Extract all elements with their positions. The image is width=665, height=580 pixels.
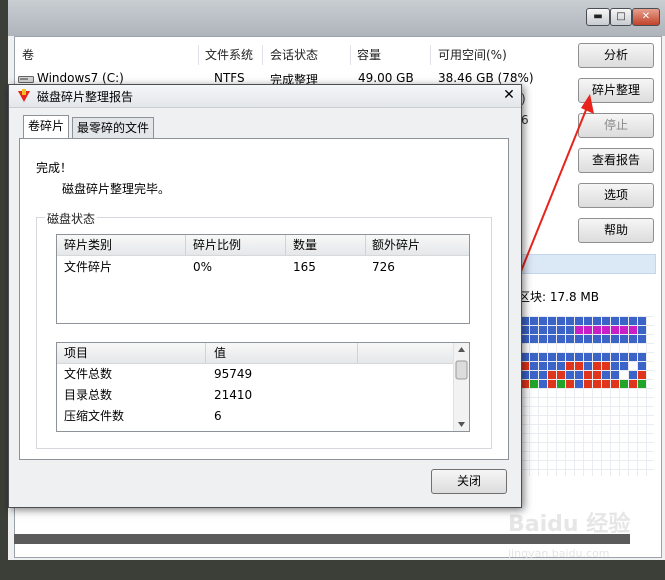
vertical-scrollbar[interactable] — [453, 343, 469, 431]
column-separator — [350, 45, 351, 65]
cluster-cell — [611, 317, 619, 325]
defrag-report-dialog: 磁盘碎片整理报告 ✕ 卷碎片 最零碎的文件 完成！ 磁盘碎片整理完毕。 磁盘状态… — [8, 84, 522, 508]
cluster-cell — [620, 362, 628, 370]
column-separator — [198, 45, 199, 65]
cluster-cell — [629, 335, 637, 343]
cluster-cell — [638, 353, 646, 361]
cluster-cell — [638, 326, 646, 334]
cluster-cell — [638, 317, 646, 325]
done-message: 磁盘碎片整理完毕。 — [62, 182, 171, 196]
watermark: Baidu 经验 jingyan.baidu.com — [508, 506, 658, 566]
tab-panel: 完成！ 磁盘碎片整理完毕。 磁盘状态 碎片类别 碎片比例 数量 额外碎片 文件碎… — [19, 138, 509, 460]
cell-fragment-ratio: 0% — [193, 260, 213, 274]
header-separator — [205, 343, 206, 363]
cluster-cell — [620, 326, 628, 334]
header-value[interactable]: 值 — [214, 343, 226, 363]
watermark-logo: Baidu 经验 — [508, 512, 631, 537]
cluster-cell — [629, 371, 637, 379]
tab-volume-fragments[interactable]: 卷碎片 — [23, 115, 70, 139]
column-header-capacity[interactable]: 容量 — [357, 45, 381, 65]
stat-label: 文件总数 — [64, 367, 113, 381]
cluster-cell — [629, 317, 637, 325]
window-titlebar: ▬ □ ✕ — [8, 0, 665, 36]
fragment-table[interactable]: 碎片类别 碎片比例 数量 额外碎片 文件碎片 0% 165 726 — [56, 234, 470, 324]
stat-value: 6 — [214, 409, 222, 423]
cluster-cell — [638, 380, 646, 388]
cell-extra-fragments: 726 — [372, 260, 395, 274]
dialog-close-icon[interactable]: ✕ — [501, 87, 517, 103]
stat-value: 21410 — [214, 388, 253, 402]
cluster-cell — [611, 362, 619, 370]
watermark-url: jingyan.baidu.com — [508, 547, 610, 560]
cluster-cell — [602, 353, 610, 361]
cluster-cell — [629, 353, 637, 361]
dialog-titlebar[interactable]: 磁盘碎片整理报告 ✕ — [9, 85, 521, 108]
cluster-cell — [611, 380, 619, 388]
cluster-cell — [602, 380, 610, 388]
cluster-cell — [611, 326, 619, 334]
tab-most-fragmented-files[interactable]: 最零碎的文件 — [72, 117, 155, 138]
defrag-app-icon — [16, 88, 32, 104]
cluster-cell — [602, 335, 610, 343]
cluster-cell — [620, 317, 628, 325]
cluster-cell — [629, 326, 637, 334]
volume-free-space: 38.46 GB (78%) — [438, 71, 534, 85]
disk-status-group: 磁盘状态 碎片类别 碎片比例 数量 额外碎片 文件碎片 0% 165 726 项… — [36, 210, 492, 449]
cluster-cell — [602, 317, 610, 325]
cluster-cell — [638, 362, 646, 370]
header-separator — [357, 343, 358, 363]
close-window-button[interactable]: ✕ — [632, 8, 660, 26]
cluster-cell — [629, 380, 637, 388]
header-item[interactable]: 项目 — [64, 343, 88, 363]
column-separator — [262, 45, 263, 65]
volume-name: Windows7 (C:) — [37, 71, 124, 85]
header-fragment-ratio[interactable]: 碎片比例 — [193, 235, 241, 255]
dialog-title: 磁盘碎片整理报告 — [37, 90, 134, 104]
column-header-filesystem[interactable]: 文件系统 — [205, 45, 253, 65]
cell-fragment-type: 文件碎片 — [64, 260, 113, 274]
cluster-cell — [611, 335, 619, 343]
stats-table[interactable]: 项目 值 文件总数 95749 目录总数 21410 压缩文件数 6 — [56, 342, 470, 432]
minimize-button[interactable]: ▬ — [586, 8, 610, 26]
close-button[interactable]: 关闭 — [431, 469, 507, 494]
stat-label: 压缩文件数 — [64, 409, 125, 423]
cluster-cell — [611, 371, 619, 379]
cluster-cell — [602, 326, 610, 334]
cluster-cell — [611, 353, 619, 361]
header-separator — [285, 235, 286, 255]
stat-label: 目录总数 — [64, 388, 113, 402]
cell-count: 165 — [293, 260, 316, 274]
group-label: 磁盘状态 — [45, 210, 98, 227]
volume-filesystem: NTFS — [214, 71, 245, 85]
column-header-volume[interactable]: 卷 — [22, 45, 34, 65]
column-header-session-status[interactable]: 会话状态 — [270, 45, 318, 65]
table-header — [57, 343, 453, 364]
cluster-cell — [638, 335, 646, 343]
cluster-cell — [602, 371, 610, 379]
analyze-button[interactable]: 分析 — [578, 43, 654, 68]
cluster-cell — [620, 380, 628, 388]
cluster-cell — [602, 362, 610, 370]
maximize-button[interactable]: □ — [610, 8, 632, 26]
volume-capacity: 49.00 GB — [358, 71, 414, 85]
header-separator — [185, 235, 186, 255]
done-label: 完成！ — [36, 161, 73, 175]
header-extra-fragments[interactable]: 额外碎片 — [372, 235, 420, 255]
drive-icon — [18, 73, 34, 83]
stat-value: 95749 — [214, 367, 253, 381]
cluster-cell — [620, 353, 628, 361]
header-count[interactable]: 数量 — [293, 235, 317, 255]
cluster-cell — [638, 371, 646, 379]
header-separator — [365, 235, 366, 255]
cluster-cell — [629, 362, 637, 370]
column-header-free-space[interactable]: 可用空间(%) — [438, 45, 507, 65]
header-fragment-type[interactable]: 碎片类别 — [64, 235, 112, 255]
column-separator — [430, 45, 431, 65]
cluster-cell — [620, 371, 628, 379]
cluster-cell — [620, 335, 628, 343]
